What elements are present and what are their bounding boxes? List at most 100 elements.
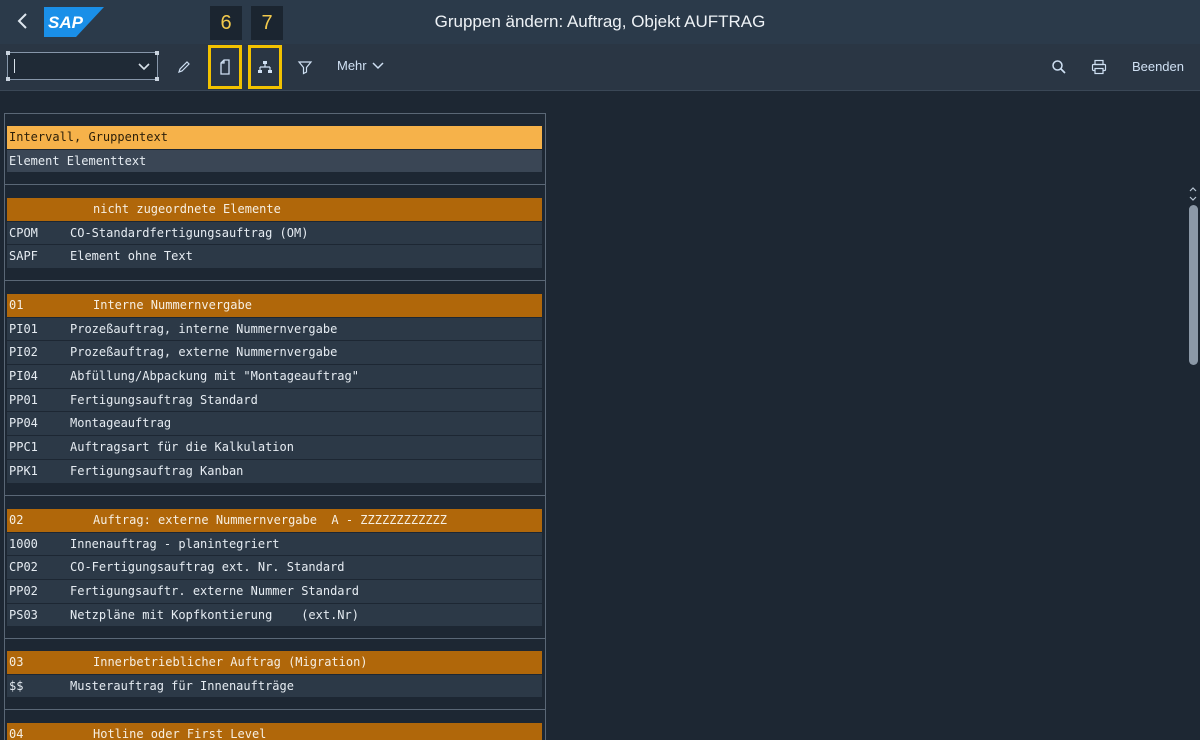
element-row[interactable]: $$ Musterauftrag für Innenaufträge <box>7 674 542 699</box>
divider <box>5 638 545 639</box>
insert-hierarchy-button[interactable] <box>254 56 276 78</box>
element-text: CO-Standardfertigungsauftrag (OM) <box>70 225 309 240</box>
element-text: CO-Fertigungsauftrag ext. Nr. Standard <box>70 560 345 575</box>
more-label: Mehr <box>337 58 367 73</box>
group-title: Hotline oder First Level <box>93 727 267 740</box>
group-title: Auftrag: externe Nummernvergabe A - ZZZZ… <box>93 513 448 527</box>
element-row[interactable]: PPK1 Fertigungsauftrag Kanban <box>7 459 542 484</box>
legend-block: Intervall, Gruppentext Element Elementte… <box>7 126 542 174</box>
group-header-row[interactable]: 01 Interne Nummernvergabe <box>7 294 542 318</box>
legend-header-row[interactable]: Intervall, Gruppentext <box>7 126 542 150</box>
edit-button[interactable] <box>173 56 195 78</box>
scroll-up-button[interactable] <box>1188 185 1198 203</box>
element-text: Fertigungsauftr. externe Nummer Standard <box>70 584 359 599</box>
filter-icon <box>297 61 313 75</box>
element-code: PP01 <box>9 392 38 407</box>
group-header-row[interactable]: 02 Auftrag: externe Nummernvergabe A - ZZ… <box>7 509 542 533</box>
element-row[interactable]: SAPF Element ohne Text <box>7 245 542 270</box>
print-button[interactable] <box>1088 56 1110 78</box>
group-header-row[interactable]: 04 Hotline oder First Level <box>7 723 542 740</box>
group-header-row[interactable]: nicht zugeordnete Elemente <box>7 198 542 222</box>
chevron-left-icon <box>17 13 27 29</box>
more-menu-button[interactable]: Mehr <box>337 58 384 73</box>
view-dropdown[interactable] <box>6 51 159 81</box>
exit-button[interactable]: Beenden <box>1132 59 1184 74</box>
divider <box>5 709 545 710</box>
element-row[interactable]: CP02 CO-Fertigungsauftrag ext. Nr. Standa… <box>7 556 542 581</box>
toolbar: Mehr Beenden <box>0 44 1200 91</box>
sap-logo: SAP <box>44 7 104 37</box>
group-block: 02 Auftrag: externe Nummernvergabe A - ZZ… <box>7 509 542 628</box>
element-row[interactable]: CPOM CO-Standardfertigungsauftrag (OM) <box>7 221 542 246</box>
group-header-row[interactable]: 03 Innerbetrieblicher Auftrag (Migration) <box>7 651 542 675</box>
element-row[interactable]: PS03 Netzpläne mit Kopfkontierung (ext.Nr… <box>7 603 542 628</box>
element-text: Auftragsart für die Kalkulation <box>70 440 294 455</box>
shell-bar: SAP Gruppen ändern: Auftrag, Objekt AUFT… <box>0 0 1200 44</box>
main-content: Intervall, Gruppentext Element Elementte… <box>0 91 1200 740</box>
divider <box>5 184 545 185</box>
element-text: Innenauftrag - planintegriert <box>70 536 280 551</box>
element-code: SAPF <box>9 249 38 264</box>
group-code: 02 <box>9 513 24 527</box>
search-icon <box>1052 60 1066 74</box>
element-text: Fertigungsauftrag Kanban <box>70 463 244 478</box>
element-text: Prozeßauftrag, interne Nummernvergabe <box>70 321 338 336</box>
group-block: 01 Interne Nummernvergabe PI01 Prozeßauftr… <box>7 294 542 484</box>
svg-text:SAP: SAP <box>48 13 84 32</box>
filter-button[interactable] <box>294 56 316 78</box>
search-button[interactable] <box>1048 56 1070 78</box>
element-row[interactable]: PI02 Prozeßauftrag, externe Nummernvergab… <box>7 341 542 366</box>
group-block: nicht zugeordnete Elemente CPOM CO-Standa… <box>7 198 542 270</box>
element-code: PI02 <box>9 345 38 360</box>
hierarchy-icon <box>258 61 272 73</box>
chevron-down-icon <box>372 61 384 69</box>
element-row[interactable]: PP01 Fertigungsauftrag Standard <box>7 388 542 413</box>
legend-sub-text: Element Elementtext <box>9 153 147 168</box>
legend-sub-row[interactable]: Element Elementtext <box>7 149 542 174</box>
group-block: 04 Hotline oder First Level <box>7 723 542 740</box>
document-icon <box>220 59 230 75</box>
print-icon <box>1091 59 1107 75</box>
create-document-button[interactable] <box>214 56 236 78</box>
vertical-scrollbar-thumb[interactable] <box>1189 205 1198 365</box>
selection-handle <box>6 51 10 55</box>
element-code: PS03 <box>9 607 38 622</box>
element-code: PPK1 <box>9 463 38 478</box>
group-code: 01 <box>9 298 24 312</box>
group-hierarchy-list: Intervall, Gruppentext Element Elementte… <box>4 113 546 740</box>
element-text: Musterauftrag für Innenaufträge <box>70 678 294 693</box>
group-title: Innerbetrieblicher Auftrag (Migration) <box>93 655 368 669</box>
element-row[interactable]: PPC1 Auftragsart für die Kalkulation <box>7 436 542 460</box>
callout-number-7: 7 <box>251 6 283 40</box>
element-code: PPC1 <box>9 440 38 455</box>
element-row[interactable]: PI01 Prozeßauftrag, interne Nummernvergab… <box>7 317 542 342</box>
divider <box>5 495 545 496</box>
element-text: Prozeßauftrag, externe Nummernvergabe <box>70 345 338 360</box>
element-text: Montageauftrag <box>70 416 172 431</box>
element-row[interactable]: PI04 Abfüllung/Abpackung mit "Montageauft… <box>7 365 542 389</box>
element-row[interactable]: PP04 Montageauftrag <box>7 412 542 437</box>
element-code: PI04 <box>9 369 38 384</box>
group-code: 04 <box>9 727 24 740</box>
divider <box>5 280 545 281</box>
selection-handle <box>6 77 10 81</box>
back-button[interactable] <box>10 8 36 34</box>
group-title: nicht zugeordnete Elemente <box>93 202 281 216</box>
group-block: 03 Innerbetrieblicher Auftrag (Migration)… <box>7 651 542 699</box>
selection-handle <box>155 77 159 81</box>
element-code: PP04 <box>9 416 38 431</box>
element-text: Fertigungsauftrag Standard <box>70 392 258 407</box>
element-code: PP02 <box>9 584 38 599</box>
element-text: Netzpläne mit Kopfkontierung (ext.Nr) <box>70 607 359 622</box>
legend-header-text: Intervall, Gruppentext <box>9 130 168 144</box>
element-code: PI01 <box>9 321 38 336</box>
element-code: CP02 <box>9 560 38 575</box>
text-caret <box>14 59 15 73</box>
element-code: 1000 <box>9 536 38 551</box>
pencil-icon <box>178 61 190 73</box>
group-title: Interne Nummernvergabe <box>93 298 252 312</box>
element-text: Element ohne Text <box>70 249 193 264</box>
element-row[interactable]: 1000 Innenauftrag - planintegriert <box>7 532 542 557</box>
element-row[interactable]: PP02 Fertigungsauftr. externe Nummer Stan… <box>7 580 542 604</box>
chevron-down-icon <box>138 63 150 71</box>
